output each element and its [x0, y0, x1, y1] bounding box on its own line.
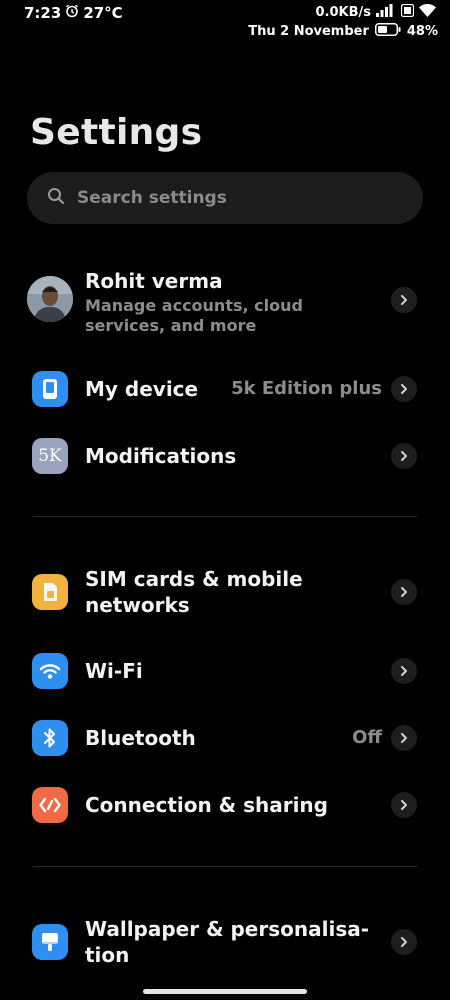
- search-placeholder: Search settings: [77, 188, 227, 208]
- modifications-label: Modifications: [85, 444, 237, 468]
- search-icon: [47, 187, 65, 209]
- my-device-value: 5k Edition plus: [231, 378, 382, 399]
- battery-percent: 48%: [406, 24, 438, 39]
- wallpaper-label-line-1: Wallpaper & personalisa-: [85, 917, 370, 941]
- sidebar-item-bluetooth[interactable]: Bluetooth Off: [0, 715, 450, 761]
- chevron-right-icon: [391, 579, 417, 605]
- wallpaper-label: Wallpaper & personalisa- tion: [85, 916, 369, 968]
- home-indicator[interactable]: [143, 989, 307, 994]
- account-subtitle-line-2: services, and more: [85, 316, 257, 335]
- sidebar-item-my-device[interactable]: My device 5k Edition plus: [0, 366, 450, 412]
- chevron-right-icon: [391, 725, 417, 751]
- status-bar-date-battery: Thu 2 November 48%: [248, 23, 438, 40]
- sidebar-item-connection-sharing[interactable]: Connection & sharing: [0, 782, 450, 828]
- chevron-right-icon: [391, 658, 417, 684]
- network-speed: 0.0KB/s: [315, 5, 372, 20]
- volte-icon: [400, 3, 415, 21]
- bluetooth-icon: [32, 720, 68, 756]
- status-bar-left: 7:23 27°C: [24, 4, 123, 22]
- battery-icon: [374, 23, 401, 40]
- page-title: Settings: [30, 112, 203, 153]
- modifications-icon: 5K: [32, 438, 68, 474]
- clock-time: 7:23: [24, 4, 62, 22]
- account-name: Rohit verma: [85, 269, 223, 293]
- signal-icon: [376, 4, 396, 21]
- connection-sharing-icon: [32, 787, 68, 823]
- temperature: 27°C: [83, 4, 123, 22]
- sim-card-icon: [32, 574, 68, 610]
- account-subtitle-line-1: Manage accounts, cloud: [85, 296, 303, 315]
- sim-cards-label: SIM cards & mobile networks: [85, 566, 303, 618]
- bluetooth-value: Off: [352, 727, 382, 748]
- wifi-label: Wi-Fi: [85, 659, 143, 683]
- connection-sharing-label: Connection & sharing: [85, 793, 328, 817]
- modifications-icon-text: 5K: [38, 446, 62, 466]
- status-bar-right: 0.0KB/s: [315, 3, 436, 21]
- chevron-right-icon: [391, 287, 417, 313]
- sidebar-item-wifi[interactable]: Wi-Fi: [0, 648, 450, 694]
- date: Thu 2 November: [248, 24, 369, 39]
- account-row[interactable]: Rohit verma Manage accounts, cloud servi…: [0, 262, 450, 342]
- my-device-label: My device: [85, 377, 199, 401]
- sidebar-item-modifications[interactable]: 5K Modifications: [0, 433, 450, 479]
- alarm-icon: [65, 4, 79, 22]
- wifi-status-icon: [419, 3, 436, 21]
- search-input[interactable]: Search settings: [27, 172, 423, 224]
- phone-icon: [32, 371, 68, 407]
- section-divider: [33, 866, 417, 867]
- sim-cards-label-line-2: networks: [85, 593, 190, 617]
- chevron-right-icon: [391, 443, 417, 469]
- section-divider: [33, 516, 417, 517]
- wifi-icon: [32, 653, 68, 689]
- avatar: [27, 276, 73, 322]
- wallpaper-icon: [32, 924, 68, 960]
- sim-cards-label-line-1: SIM cards & mobile: [85, 567, 303, 591]
- bluetooth-label: Bluetooth: [85, 726, 196, 750]
- wallpaper-label-line-2: tion: [85, 943, 130, 967]
- sidebar-item-sim-cards[interactable]: SIM cards & mobile networks: [0, 566, 450, 618]
- chevron-right-icon: [391, 792, 417, 818]
- account-subtitle: Manage accounts, cloud services, and mor…: [85, 296, 303, 336]
- sidebar-item-wallpaper[interactable]: Wallpaper & personalisa- tion: [0, 916, 450, 968]
- chevron-right-icon: [391, 929, 417, 955]
- chevron-right-icon: [391, 376, 417, 402]
